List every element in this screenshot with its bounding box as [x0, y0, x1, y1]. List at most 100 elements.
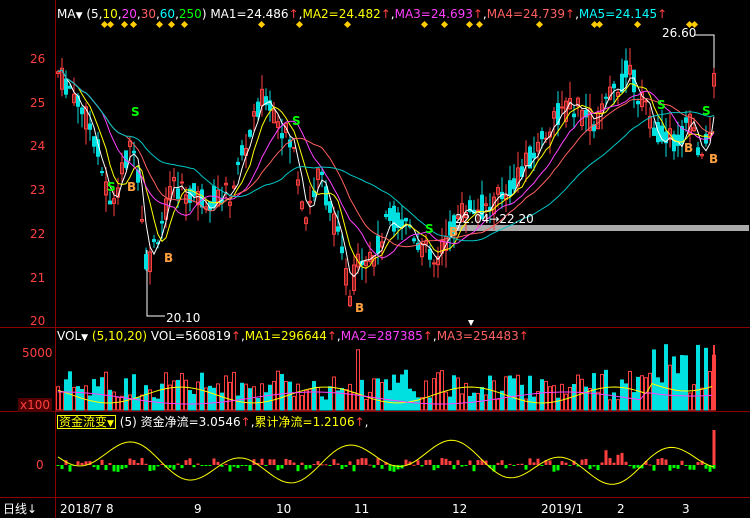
volume-bar-32	[184, 379, 188, 411]
vol-ma1-value: MA1=296644	[244, 329, 327, 343]
stock-chart-canvas[interactable]	[0, 0, 750, 518]
candle-body-84	[392, 205, 396, 232]
sell-signal-5: S	[657, 98, 666, 112]
flow-bar-57	[284, 458, 288, 465]
flow-bar-78	[368, 464, 372, 466]
volume-bar-28	[168, 384, 172, 411]
signal-diamond-1	[106, 20, 115, 29]
flow-bar-138	[608, 458, 612, 465]
volume-bar-48	[248, 388, 252, 411]
flow-bar-87	[404, 459, 408, 465]
volume-bar-143	[628, 370, 632, 411]
flow-bar-59	[292, 462, 296, 465]
range-price-label: 22.04→22.20	[455, 212, 534, 226]
volume-bar-26	[160, 383, 164, 411]
flow-bar-52	[264, 465, 268, 466]
flow-bar-53	[268, 459, 272, 465]
volume-bar-31	[180, 373, 184, 411]
volume-bar-10	[96, 386, 100, 411]
flow-bar-91	[420, 465, 424, 467]
flow-bar-33	[188, 458, 192, 465]
flow-bar-126	[560, 461, 564, 465]
volume-bar-107	[484, 394, 488, 411]
volume-bar-9	[92, 379, 96, 411]
ma-indicator-menu[interactable]: MA▼	[57, 7, 82, 21]
volume-bar-46	[240, 382, 244, 411]
volume-bar-124	[552, 385, 556, 411]
volume-bar-14	[112, 391, 116, 411]
volume-bar-49	[252, 386, 256, 411]
flow-bar-117	[524, 465, 528, 470]
volume-flow-divider	[0, 411, 750, 412]
volume-bar-1	[60, 390, 64, 411]
flow-bar-124	[552, 465, 556, 472]
period-selector[interactable]: 日线↓	[3, 502, 37, 516]
volume-bar-163	[708, 371, 712, 411]
x-label-12: 12	[452, 502, 468, 516]
candle-body-8	[88, 123, 92, 130]
flow-bar-71	[340, 465, 344, 470]
signal-diamond-7	[257, 20, 266, 29]
flow-bar-39	[212, 458, 216, 465]
x-label-8: 8	[106, 502, 114, 516]
volume-bar-68	[328, 386, 332, 411]
volume-bar-156	[680, 355, 684, 411]
flow-bar-60	[296, 465, 300, 472]
volume-bar-59	[292, 395, 296, 411]
volume-bar-136	[600, 373, 604, 411]
volume-bar-126	[560, 383, 564, 411]
candle-body-2	[64, 78, 68, 95]
flow-bar-94	[432, 465, 436, 471]
flow-bar-104	[472, 465, 476, 472]
flow-bar-48	[248, 465, 252, 471]
flow-bar-121	[540, 465, 544, 466]
flow-bar-36	[200, 465, 204, 466]
price-tick-20: 20	[30, 314, 46, 328]
flow-bar-115	[516, 463, 520, 465]
flow-bar-83	[388, 465, 392, 471]
y-axis-line	[55, 0, 56, 518]
flow-bar-99	[452, 465, 456, 470]
volume-bar-114	[512, 378, 516, 411]
volume-tick-5000: 5000	[22, 346, 53, 360]
volume-bar-43	[228, 381, 232, 411]
volume-bar-155	[676, 373, 680, 411]
volume-bar-78	[368, 391, 372, 411]
flow-bar-61	[300, 462, 304, 465]
vol-indicator-menu[interactable]: VOL▼	[57, 329, 88, 343]
candle-body-114	[512, 178, 516, 190]
flow-bar-67	[324, 464, 328, 466]
volume-bar-108	[488, 375, 492, 411]
volume-bar-145	[636, 376, 640, 411]
volume-bar-65	[316, 386, 320, 411]
flow-bar-65	[316, 461, 320, 465]
candle-body-139	[612, 83, 616, 89]
price-tick-23: 23	[30, 183, 46, 197]
volume-bar-162	[704, 347, 708, 411]
flow-bar-22	[144, 463, 148, 465]
flow-bar-35	[196, 463, 200, 465]
ma-param-5: 60	[159, 7, 176, 21]
fundflow-indicator-menu[interactable]: 资金流变▼	[57, 415, 116, 429]
volume-bar-29	[172, 380, 176, 411]
volume-bar-116	[520, 384, 524, 411]
candle-body-11	[100, 171, 104, 174]
flow-bar-135	[596, 465, 600, 471]
flow-bar-0	[56, 465, 60, 466]
flow-bar-25	[156, 465, 160, 467]
flow-bar-96	[440, 458, 444, 465]
volume-bar-109	[492, 380, 496, 411]
candle-body-68	[328, 201, 332, 213]
flow-bar-62	[304, 465, 308, 470]
volume-bar-157	[684, 355, 688, 411]
flow-bar-118	[528, 458, 532, 465]
flow-bar-116	[520, 463, 524, 465]
flow-bar-89	[412, 464, 416, 466]
flow-bar-16	[120, 465, 124, 470]
volume-bar-152	[664, 344, 668, 411]
candle-body-45	[236, 161, 240, 166]
ma2-value: MA2=24.482	[302, 7, 381, 21]
ma3-value: MA3=24.693	[394, 7, 473, 21]
candle-body-83	[388, 208, 392, 221]
flow-bar-145	[636, 465, 640, 468]
